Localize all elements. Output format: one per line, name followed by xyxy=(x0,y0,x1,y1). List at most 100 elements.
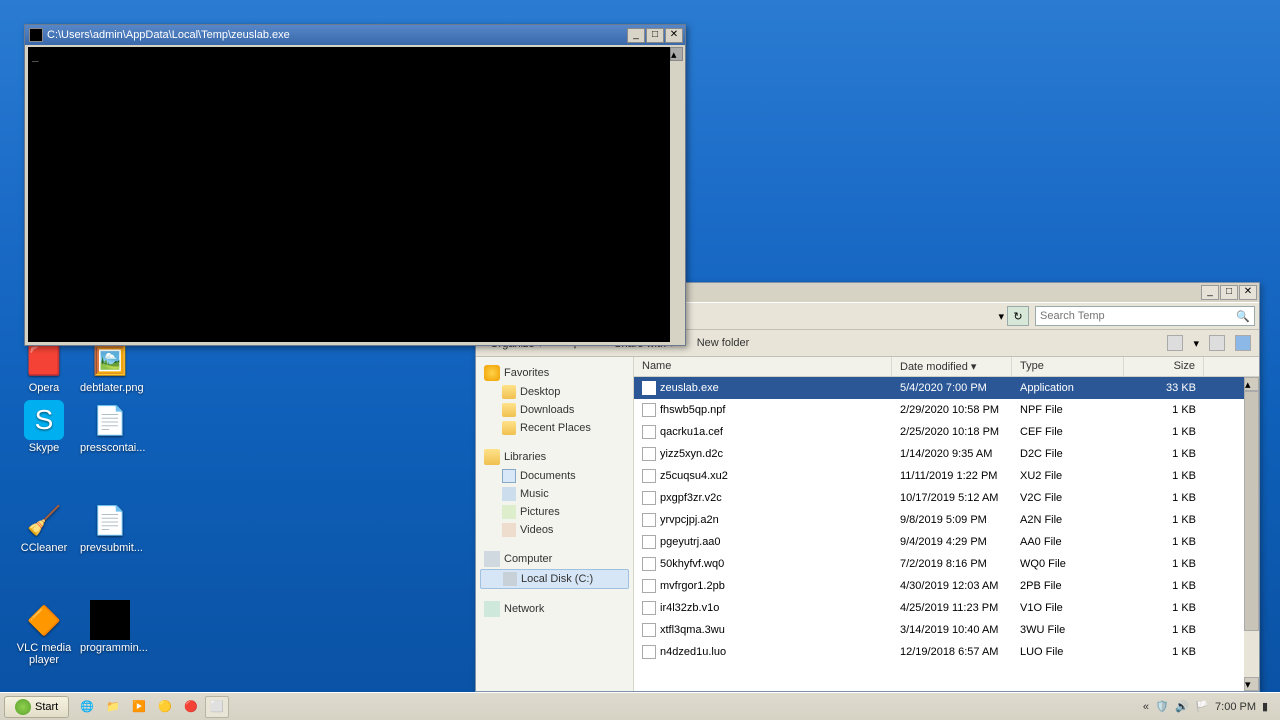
desktop-icon[interactable]: 🔶VLC media player xyxy=(14,600,74,666)
file-icon xyxy=(642,425,656,439)
console-title: C:\Users\admin\AppData\Local\Temp\zeusla… xyxy=(47,29,626,41)
tray-icon[interactable]: 🛡️ xyxy=(1155,700,1169,714)
table-row[interactable]: qacrku1a.cef2/25/2020 10:18 PMCEF File1 … xyxy=(634,421,1259,443)
dropdown-icon[interactable]: ▾ xyxy=(998,310,1004,323)
col-date[interactable]: Date modified ▾ xyxy=(892,357,1012,376)
desktop-icon-label: programmin... xyxy=(80,642,148,654)
table-row[interactable]: z5cuqsu4.xu211/11/2019 1:22 PMXU2 File1 … xyxy=(634,465,1259,487)
nav-libraries[interactable]: Libraries xyxy=(480,447,629,467)
pin-media[interactable]: ▶️ xyxy=(127,696,151,718)
desktop-icon-label: VLC media player xyxy=(17,642,71,666)
file-icon xyxy=(642,601,656,615)
search-icon[interactable]: 🔍 xyxy=(1236,310,1250,323)
nav-item-pictures[interactable]: Pictures xyxy=(480,503,629,521)
preview-pane-button[interactable] xyxy=(1209,335,1225,351)
pin-chrome[interactable]: 🟡 xyxy=(153,696,177,718)
table-row[interactable]: pgeyutrj.aa09/4/2019 4:29 PMAA0 File1 KB xyxy=(634,531,1259,553)
table-row[interactable]: fhswb5qp.npf2/29/2020 10:58 PMNPF File1 … xyxy=(634,399,1259,421)
table-row[interactable]: ir4l32zb.v1o4/25/2019 11:23 PMV1O File1 … xyxy=(634,597,1259,619)
clock[interactable]: 7:00 PM xyxy=(1215,701,1256,713)
col-name[interactable]: Name xyxy=(634,357,892,376)
libraries-icon xyxy=(484,449,500,465)
taskbar: Start 🌐 📁 ▶️ 🟡 🔴 ⬜ « 🛡️ 🔊 🏳️ 7:00 PM ▮ xyxy=(0,692,1280,720)
table-row[interactable]: xtfl3qma.3wu3/14/2019 10:40 AM3WU File1 … xyxy=(634,619,1259,641)
dropdown-icon[interactable]: ▾ xyxy=(1193,337,1199,350)
pin-opera[interactable]: 🔴 xyxy=(179,696,203,718)
close-button[interactable]: ✕ xyxy=(665,28,683,43)
pin-ie[interactable]: 🌐 xyxy=(75,696,99,718)
console-body[interactable]: _ xyxy=(28,47,670,342)
show-desktop-button[interactable]: ▮ xyxy=(1262,700,1276,714)
col-type[interactable]: Type xyxy=(1012,357,1124,376)
table-row[interactable]: mvfrgor1.2pb4/30/2019 12:03 AM2PB File1 … xyxy=(634,575,1259,597)
tray-expand-icon[interactable]: « xyxy=(1143,701,1149,713)
scroll-up-button[interactable]: ▴ xyxy=(670,47,683,61)
minimize-button[interactable]: _ xyxy=(627,28,645,43)
windows-orb-icon xyxy=(15,699,31,715)
start-button[interactable]: Start xyxy=(4,696,69,718)
nav-item-music[interactable]: Music xyxy=(480,485,629,503)
console-scrollbar[interactable]: ▴ xyxy=(670,47,683,342)
nav-favorites[interactable]: Favorites xyxy=(480,363,629,383)
file-icon xyxy=(642,579,656,593)
console-window: C:\Users\admin\AppData\Local\Temp\zeusla… xyxy=(24,24,686,346)
file-icon xyxy=(642,645,656,659)
nav-item-desktop[interactable]: Desktop xyxy=(480,383,629,401)
col-size[interactable]: Size xyxy=(1124,357,1204,376)
system-tray: « 🛡️ 🔊 🏳️ 7:00 PM ▮ xyxy=(1143,700,1276,714)
table-row[interactable]: yrvpcjpj.a2n9/8/2019 5:09 PMA2N File1 KB xyxy=(634,509,1259,531)
pictures-icon xyxy=(502,505,516,519)
desktop-icon[interactable]: 📄presscontai... xyxy=(80,400,140,454)
table-row[interactable]: yizz5xyn.d2c1/14/2020 9:35 AMD2C File1 K… xyxy=(634,443,1259,465)
maximize-button[interactable]: □ xyxy=(1220,285,1238,300)
document-icon xyxy=(502,469,516,483)
nav-item-recent[interactable]: Recent Places xyxy=(480,419,629,437)
table-row[interactable]: zeuslab.exe5/4/2020 7:00 PMApplication33… xyxy=(634,377,1259,399)
scroll-down-button[interactable]: ▾ xyxy=(1244,677,1259,691)
flag-icon[interactable]: 🏳️ xyxy=(1195,700,1209,714)
table-row[interactable]: n4dzed1u.luo12/19/2018 6:57 AMLUO File1 … xyxy=(634,641,1259,663)
videos-icon xyxy=(502,523,516,537)
file-icon xyxy=(642,469,656,483)
table-row[interactable]: pxgpf3zr.v2c10/17/2019 5:12 AMV2C File1 … xyxy=(634,487,1259,509)
help-button[interactable] xyxy=(1235,335,1251,351)
nav-item-local-disk[interactable]: Local Disk (C:) xyxy=(480,569,629,589)
nav-item-documents[interactable]: Documents xyxy=(480,467,629,485)
desktop-icon[interactable]: 🧹CCleaner xyxy=(14,500,74,554)
taskbar-task[interactable]: ⬜ xyxy=(205,696,229,718)
file-icon xyxy=(642,381,656,395)
desktop-icon[interactable]: programmin... xyxy=(80,600,140,654)
nav-item-downloads[interactable]: Downloads xyxy=(480,401,629,419)
table-row[interactable]: 50khyfvf.wq07/2/2019 8:16 PMWQ0 File1 KB xyxy=(634,553,1259,575)
search-input[interactable] xyxy=(1040,310,1236,322)
desktop-icon-label: debtlater.png xyxy=(80,382,144,394)
console-titlebar[interactable]: C:\Users\admin\AppData\Local\Temp\zeusla… xyxy=(25,25,685,45)
refresh-button[interactable]: ↻ xyxy=(1007,306,1029,326)
desktop-icon-label: Opera xyxy=(29,382,60,394)
new-folder-button[interactable]: New folder xyxy=(691,335,756,351)
scrollbar[interactable]: ▴ ▾ xyxy=(1244,377,1259,691)
desktop-icon[interactable]: 📄prevsubmit... xyxy=(80,500,140,554)
scroll-up-button[interactable]: ▴ xyxy=(1244,377,1259,391)
nav-item-videos[interactable]: Videos xyxy=(480,521,629,539)
search-box[interactable]: 🔍 xyxy=(1035,306,1255,326)
volume-icon[interactable]: 🔊 xyxy=(1175,700,1189,714)
desktop-icon[interactable]: 🟥Opera xyxy=(14,340,74,394)
maximize-button[interactable]: □ xyxy=(646,28,664,43)
file-icon xyxy=(642,535,656,549)
close-button[interactable]: ✕ xyxy=(1239,285,1257,300)
star-icon xyxy=(484,365,500,381)
quick-launch: 🌐 📁 ▶️ 🟡 🔴 ⬜ xyxy=(75,696,229,718)
file-icon xyxy=(642,491,656,505)
minimize-button[interactable]: _ xyxy=(1201,285,1219,300)
pin-explorer[interactable]: 📁 xyxy=(101,696,125,718)
music-icon xyxy=(502,487,516,501)
view-button[interactable] xyxy=(1167,335,1183,351)
desktop-icon-label: presscontai... xyxy=(80,442,145,454)
nav-computer[interactable]: Computer xyxy=(480,549,629,569)
scroll-thumb[interactable] xyxy=(1244,391,1259,631)
console-cursor: _ xyxy=(28,47,670,64)
desktop-icon[interactable]: 🖼️debtlater.png xyxy=(80,340,140,394)
nav-network[interactable]: Network xyxy=(480,599,629,619)
desktop-icon[interactable]: SSkype xyxy=(14,400,74,454)
